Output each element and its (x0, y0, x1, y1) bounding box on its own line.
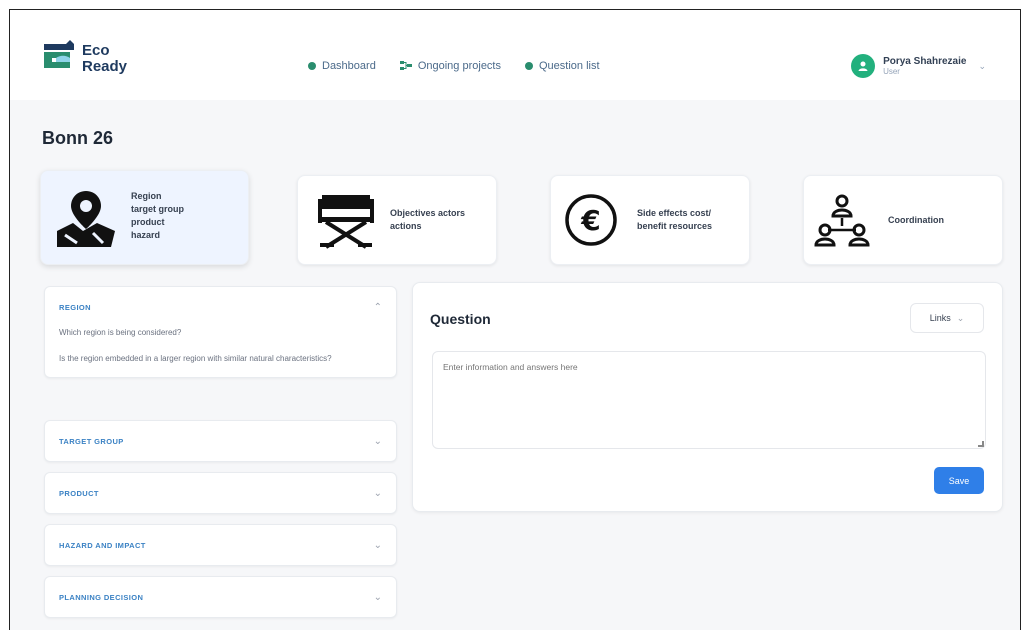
accordion-title: TARGET GROUP (59, 436, 124, 446)
org-chart-icon (814, 194, 870, 247)
page-title: Bonn 26 (42, 128, 114, 148)
category-card-coordination-label: Coordination (888, 214, 944, 225)
question-title: Question (430, 311, 491, 327)
nav-question-list-label: Question list (539, 60, 600, 72)
category-card-objectives[interactable]: Objectives actors actions (297, 175, 497, 265)
map-pin-icon (57, 190, 115, 247)
brand-name: Eco Ready (82, 43, 127, 75)
links-label: Links (929, 313, 951, 323)
question-item[interactable]: Is the region embedded in a larger regio… (59, 353, 382, 365)
category-label-line: Side effects cost/ (637, 208, 712, 218)
accordion-title: PLANNING DECISION (59, 592, 144, 602)
answer-textarea[interactable] (432, 351, 986, 449)
question-item[interactable]: Which region is being considered? (59, 327, 382, 339)
accordion-planning-decision[interactable]: PLANNING DECISION ⌄ (44, 576, 397, 618)
nav-ongoing-projects[interactable]: Ongoing projects (399, 60, 501, 72)
category-label-line: Region (131, 190, 162, 201)
question-list-dot-icon (525, 62, 533, 70)
category-card-objectives-label: Objectives actors actions (390, 207, 465, 233)
category-label-line: product (131, 216, 165, 227)
accordion-header-planning[interactable]: PLANNING DECISION ⌄ (45, 577, 396, 617)
links-dropdown[interactable]: Links ⌄ (910, 303, 984, 333)
category-card-region-label: Region target group product hazard (131, 190, 184, 242)
category-label-line: Objectives actors (390, 208, 466, 218)
user-menu[interactable]: Porya Shahrezaie User ⌄ (851, 54, 986, 78)
question-panel: Question Links ⌄ Save (412, 282, 1003, 512)
directors-chair-icon (318, 195, 374, 249)
nav-dashboard[interactable]: Dashboard (308, 60, 376, 72)
accordion-hazard-impact[interactable]: HAZARD AND IMPACT ⌄ (44, 524, 397, 566)
accordion-title: PRODUCT (59, 488, 99, 498)
nav-question-list[interactable]: Question list (525, 60, 600, 72)
accordion-header-region[interactable]: REGION ⌃ (45, 287, 396, 327)
nav-ongoing-projects-label: Ongoing projects (417, 60, 501, 72)
chevron-down-icon: ⌄ (978, 60, 986, 71)
resize-handle-icon[interactable] (978, 441, 984, 447)
category-label-line: benefit resources (637, 221, 713, 231)
category-label-line: target group (131, 203, 184, 214)
chevron-down-icon: ⌄ (373, 539, 382, 551)
chevron-up-icon: ⌃ (373, 301, 382, 313)
accordion-header-product[interactable]: PRODUCT ⌄ (45, 473, 396, 513)
user-info: Porya Shahrezaie User (883, 56, 966, 76)
chevron-down-icon: ⌄ (373, 435, 382, 447)
chevron-down-icon: ⌄ (373, 487, 382, 499)
category-card-side-effects-label: Side effects cost/benefit resources (637, 207, 712, 233)
brand-line-2: Ready (82, 58, 128, 75)
chevron-down-icon: ⌄ (373, 591, 382, 603)
accordion-header-target-group[interactable]: TARGET GROUP ⌄ (45, 421, 396, 461)
category-card-side-effects[interactable]: € Side effects cost/benefit resources (550, 175, 750, 265)
category-card-region[interactable]: Region target group product hazard (40, 170, 249, 265)
accordion-title: REGION (59, 302, 91, 312)
top-header: Eco Ready Dashboard Ongoing projects Que… (10, 10, 1020, 100)
brand-line-1: Eco (82, 42, 110, 59)
user-role: User (883, 67, 900, 76)
user-name: Porya Shahrezaie (883, 56, 967, 67)
category-label-line: actions (390, 221, 422, 231)
chevron-down-icon: ⌄ (956, 312, 965, 323)
accordion-body-region: Which region is being considered? Is the… (45, 327, 396, 377)
projects-icon (399, 61, 412, 70)
category-label-line: hazard (131, 229, 161, 240)
accordion-header-hazard[interactable]: HAZARD AND IMPACT ⌄ (45, 525, 396, 565)
nav-dashboard-label: Dashboard (322, 60, 376, 72)
accordion-region: REGION ⌃ Which region is being considere… (44, 286, 397, 378)
euro-icon: € (565, 194, 617, 246)
accordion-product[interactable]: PRODUCT ⌄ (44, 472, 397, 514)
user-avatar-icon (851, 54, 876, 78)
svg-text:€: € (580, 204, 600, 237)
accordion-title: HAZARD AND IMPACT (59, 540, 146, 550)
app-window: Eco Ready Dashboard Ongoing projects Que… (9, 9, 1021, 630)
dashboard-dot-icon (308, 62, 316, 70)
save-button[interactable]: Save (934, 467, 984, 494)
category-card-coordination[interactable]: Coordination (803, 175, 1003, 265)
accordion-target-group[interactable]: TARGET GROUP ⌄ (44, 420, 397, 462)
main-nav: Dashboard Ongoing projects Question list (308, 60, 600, 72)
